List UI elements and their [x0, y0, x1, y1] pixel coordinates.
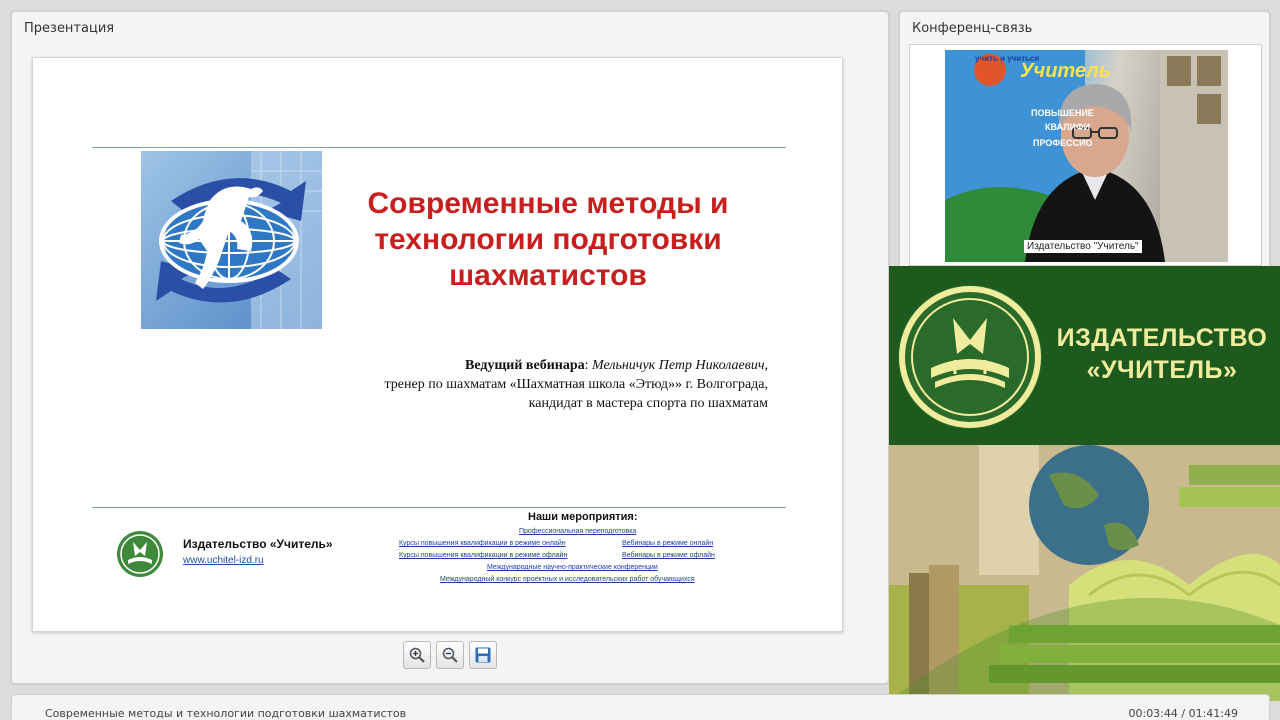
presentation-panel: Презентация Современные методы и техноло…: [11, 11, 889, 684]
banner-title-line1: ИЗДАТЕЛЬСТВО: [1056, 324, 1268, 352]
zoom-out-button[interactable]: [436, 641, 464, 669]
publisher-logo-icon: [116, 530, 164, 578]
slide-bottom-rule: [92, 507, 786, 508]
event-link[interactable]: Курсы повышения квалификации в режиме он…: [399, 540, 566, 547]
publisher-name: Издательство «Учитель»: [183, 537, 333, 551]
event-link[interactable]: Международный конкурс проектных и исслед…: [440, 576, 695, 583]
backdrop-line2: КВАЛИФИ: [1045, 122, 1091, 132]
save-button[interactable]: [469, 641, 497, 669]
banner-logo-icon: [898, 285, 1042, 429]
banner-title-line2: «УЧИТЕЛЬ»: [1086, 356, 1238, 384]
event-link[interactable]: Курсы повышения квалификации в режиме оф…: [399, 552, 567, 559]
zoom-in-icon: [409, 647, 425, 663]
event-link[interactable]: Международные научно-практические конфер…: [487, 564, 658, 571]
zoom-out-icon: [442, 647, 458, 663]
presenter-position: тренер по шахматам «Шахматная школа «Этю…: [384, 377, 769, 392]
presenter-info: Ведущий вебинара: Мельничук Петр Николае…: [313, 356, 769, 413]
webinar-title: Современные методы и технологии подготов…: [45, 707, 407, 720]
banner-title: ИЗДАТЕЛЬСТВО «УЧИТЕЛЬ»: [1047, 322, 1277, 386]
event-link[interactable]: Профессиональная переподготовка: [519, 528, 636, 535]
presenter-rank: кандидат в мастера спорта по шахматам: [528, 396, 768, 411]
video-feed[interactable]: учить и учиться Учитель ПОВЫШЕНИЕ КВАЛИФ…: [945, 50, 1228, 262]
events-title-text: Наши мероприятия: [528, 511, 634, 523]
backdrop-line1: ПОВЫШЕНИЕ: [1031, 108, 1094, 118]
presentation-panel-title: Презентация: [24, 21, 115, 36]
conference-panel: Конференц-связь учить и учиться Учитель …: [899, 11, 1270, 271]
presenter-name: Мельничук Петр Николаевич,: [592, 358, 768, 373]
conference-panel-title: Конференц-связь: [912, 21, 1033, 36]
chess-logo-image: [141, 151, 322, 329]
events-title: Наши мероприятия:: [528, 511, 638, 523]
banner-books-image: [889, 445, 1280, 701]
backdrop-line3: ПРОФЕССИО: [1033, 138, 1093, 148]
save-icon: [475, 647, 491, 663]
video-caption: Издательство "Учитель": [1024, 240, 1142, 253]
slide-top-rule: [92, 147, 786, 148]
publisher-url-link[interactable]: www.uchitel-izd.ru: [183, 555, 264, 566]
bottom-bar: Современные методы и технологии подготов…: [11, 694, 1270, 720]
event-link[interactable]: Вебинары в режиме онлайн: [622, 540, 713, 547]
presenter-label: Ведущий вебинара: [465, 358, 585, 373]
zoom-in-button[interactable]: [403, 641, 431, 669]
playback-time: 00:03:44 / 01:41:49: [1128, 707, 1238, 720]
backdrop-brand-text: Учитель: [1020, 60, 1111, 82]
banner-header: ИЗДАТЕЛЬСТВО «УЧИТЕЛЬ»: [889, 266, 1280, 445]
publisher-banner: ИЗДАТЕЛЬСТВО «УЧИТЕЛЬ»: [889, 266, 1280, 701]
event-link[interactable]: Вебинары в режиме офлайн: [622, 552, 715, 559]
presentation-slide: Современные методы и технологии подготов…: [32, 57, 843, 632]
slide-title: Современные методы и технологии подготов…: [367, 187, 729, 292]
